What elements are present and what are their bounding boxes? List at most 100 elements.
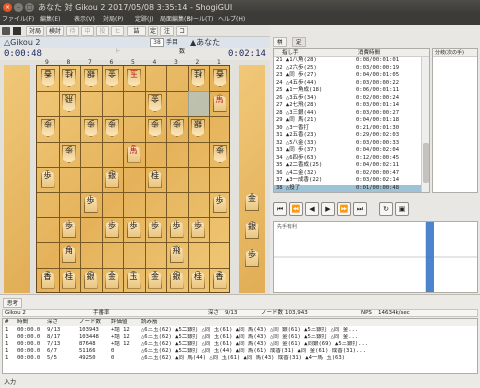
shogi-piece[interactable]: 飛 (62, 94, 76, 112)
menu-item[interactable]: 対局(P) (103, 15, 123, 25)
shogi-piece[interactable]: 歩 (191, 220, 205, 239)
kifu-row[interactable]: 22 △2六歩(25) 0:03/00:00:19 (274, 65, 421, 73)
shogi-piece[interactable]: 歩 (62, 144, 76, 163)
kifu-row[interactable]: 35 ▲2二香成(25) 0:04/00:02:11 (274, 162, 421, 170)
shogi-piece[interactable]: 歩 (105, 220, 119, 239)
rotate-icon[interactable]: ↻ (379, 202, 393, 216)
menu-item[interactable]: ヘルプ(H) (218, 15, 245, 25)
shogi-piece[interactable]: 歩 (212, 195, 227, 213)
shogi-piece[interactable]: 桂 (62, 270, 76, 289)
toolbar-button[interactable]: 定跡 (148, 26, 158, 45)
shogi-piece[interactable]: 銀 (105, 169, 119, 188)
next-icon[interactable]: ▶ (321, 202, 335, 216)
shogi-piece[interactable]: 銀 (84, 69, 98, 87)
branch-panel[interactable]: 分岐(次の手) (432, 48, 478, 193)
menu-item[interactable]: 編集(E) (40, 15, 60, 25)
shogi-piece[interactable]: 歩 (83, 195, 98, 213)
eval-graph[interactable]: 先手有利 (273, 221, 478, 293)
shogi-piece[interactable]: 香 (40, 270, 55, 289)
shogi-piece[interactable]: 飛 (169, 245, 184, 264)
shogi-piece[interactable]: 歩 (40, 169, 55, 188)
toolbar-button[interactable]: 対局 (26, 26, 44, 36)
shogi-piece[interactable]: 歩 (170, 119, 184, 137)
kifu-row[interactable]: 33 ▲同 歩(37) 0:04/00:02:04 (274, 147, 421, 155)
shogi-piece[interactable]: 歩 (148, 119, 162, 137)
close-icon[interactable]: × (3, 3, 12, 12)
board-icon[interactable]: ▣ (395, 202, 409, 216)
kifu-row[interactable]: 26 △3五歩(34) 0:02/00:00:24 (274, 95, 421, 103)
kifu-row[interactable]: 32 △5八金(33) 0:03/00:00:33 (274, 140, 421, 148)
kifu-scrollbar[interactable] (421, 57, 429, 192)
kifu-row[interactable]: 34 △6四歩(63) 0:12/00:00:45 (274, 155, 421, 163)
shogi-piece[interactable]: 歩 (126, 220, 141, 239)
last-icon[interactable]: ⏭ (353, 202, 367, 216)
hand-piece[interactable]: 金 (245, 193, 259, 211)
engine-output-table[interactable]: # 時間 深さ ノード数 評価値 読み筋 1 00:00.0 9/13 103943 +詰 12 △6… (2, 318, 478, 374)
engine-row[interactable]: 1 00:00.0 6/7 51166 0 △6三玉(62) ▲5二銀打 △同 玉(44)… (3, 348, 477, 355)
shogi-piece[interactable]: 馬 (126, 144, 141, 163)
shogi-piece[interactable]: 歩 (169, 220, 184, 239)
toolbar-button[interactable]: 注 (160, 26, 174, 36)
prev-icon[interactable]: ◀ (305, 202, 319, 216)
maximize-icon[interactable]: □ (25, 3, 34, 12)
shogi-piece[interactable]: 玉 (127, 69, 141, 87)
kifu-row[interactable]: 30 △3一香打 0:21/00:01:30 (274, 125, 421, 133)
kifu-list[interactable]: 指し手 消費時間 21 ▲1八角(28) 0:08/00:01:01 22 △2六歩… (273, 48, 430, 193)
shogi-piece[interactable]: 桂 (191, 270, 205, 289)
toolbar-button[interactable]: ヒント (111, 26, 124, 55)
menu-item[interactable]: 定跡(J) (135, 15, 153, 25)
shogi-piece[interactable]: 歩 (148, 220, 162, 239)
toolbar-button[interactable]: 検討 (46, 26, 64, 36)
toolbar-button[interactable]: 投了 (96, 26, 109, 45)
toolbar-button[interactable]: コア数 (176, 26, 188, 55)
kifu-row[interactable]: 21 ▲1八角(28) 0:08/00:01:01 (274, 57, 421, 65)
menu-item[interactable]: ファイル(F) (2, 15, 34, 25)
tab-kifu[interactable]: 棋譜 (273, 37, 287, 56)
shogi-piece[interactable]: 玉 (126, 270, 141, 289)
shogi-piece[interactable]: 歩 (105, 119, 119, 137)
shogi-piece[interactable]: 桂 (148, 169, 162, 188)
first-icon[interactable]: ⏮ (273, 202, 287, 216)
engine-row[interactable]: 1 00:00.0 8/17 103448 +詰 12 △6三玉(62) ▲5二銀打 △同… (3, 334, 477, 341)
hand-piece[interactable]: 歩 (245, 249, 259, 267)
kifu-row[interactable]: 31 ▲2五香(23) 0:29/00:02:03 (274, 132, 421, 140)
scroll-thumb[interactable] (423, 143, 429, 183)
shogi-piece[interactable]: 銀 (191, 119, 205, 137)
shogi-piece[interactable]: 馬 (212, 94, 227, 113)
kifu-row[interactable]: 37 ▲3一成香(22) 0:03/00:02:14 (274, 177, 421, 185)
menu-item[interactable]: 表示(V) (74, 15, 95, 25)
toolbar-button[interactable]: 中断 (81, 26, 94, 45)
shogi-piece[interactable]: 香 (212, 270, 227, 289)
shogi-piece[interactable]: 桂 (62, 69, 76, 87)
shogi-piece[interactable]: 桂 (191, 69, 205, 87)
shogi-piece[interactable]: 金 (148, 270, 162, 289)
shogi-board[interactable]: 987654321香桂銀金玉桂香飛金馬歩歩歩歩歩銀歩馬歩歩銀桂歩歩歩歩歩歩歩歩角… (36, 59, 230, 293)
engine-row[interactable]: 1 00:00.0 9/13 103943 +詰 12 △6三玉(62) ▲5二銀打 △同… (3, 327, 477, 334)
minimize-icon[interactable]: – (14, 3, 23, 12)
new-icon[interactable] (2, 27, 10, 35)
kifu-row[interactable]: 24 △4五歩(44) 0:03/00:00:22 (274, 80, 421, 88)
kifu-row[interactable]: 25 ▲1一角成(18) 0:06/00:01:11 (274, 87, 421, 95)
engine-row[interactable]: 1 00:00.0 7/13 87648 +詰 12 △6三玉(62) ▲5二銀打 △同 … (3, 341, 477, 348)
back-many-icon[interactable]: ⏪ (289, 202, 303, 216)
shogi-piece[interactable]: 歩 (62, 220, 76, 239)
kifu-row[interactable]: 23 ▲同 歩(27) 0:04/00:01:05 (274, 72, 421, 80)
shogi-piece[interactable]: 香 (213, 69, 227, 87)
shogi-piece[interactable]: 銀 (83, 270, 98, 289)
shogi-piece[interactable]: 歩 (84, 119, 98, 137)
shogi-piece[interactable]: 金 (105, 69, 119, 87)
shogi-piece[interactable]: 金 (105, 270, 119, 289)
tab-engine[interactable]: 思考 (3, 298, 23, 308)
shogi-piece[interactable]: 角 (62, 245, 76, 264)
hand-piece[interactable]: 銀 (245, 221, 259, 239)
engine-row[interactable]: 1 00:00.0 5/5 49250 0 △6三玉(62) ▲同 馬(44) △同 玉(… (3, 355, 477, 362)
shogi-piece[interactable]: 歩 (41, 119, 55, 137)
tab-joseki[interactable]: 定跡 (292, 37, 306, 56)
forward-many-icon[interactable]: ⏩ (337, 202, 351, 216)
kifu-row[interactable]: 28 △3三銀(44) 0:03/00:00:27 (274, 110, 421, 118)
shogi-piece[interactable]: 歩 (213, 144, 227, 163)
shogi-piece[interactable]: 銀 (169, 270, 184, 289)
kifu-row[interactable]: 36 △4二金(32) 0:02/00:00:47 (274, 170, 421, 178)
kifu-row[interactable]: 38 △投了 0:01/00:00:48 (274, 184, 421, 192)
toolbar-button[interactable]: 待て (66, 26, 79, 45)
